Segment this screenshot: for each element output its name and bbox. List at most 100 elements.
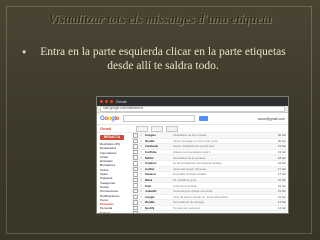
sidebar-label[interactable]: Trabajo <box>100 211 131 213</box>
message-subject: Tu pedido ha sido enviado <box>172 172 207 177</box>
message-subject: Recordatorio de entrega <box>172 200 204 205</box>
star-icon[interactable]: ★ <box>140 144 143 148</box>
checkbox[interactable] <box>133 211 138 213</box>
message-sender: Twitter <box>144 155 154 160</box>
gmail-screenshot: Gmail mail.google.com/mail/#inbox Google… <box>96 96 289 214</box>
message-subject: Tienes notificaciones pendientes <box>172 144 215 149</box>
address-bar: mail.google.com/mail/#inbox <box>97 106 288 113</box>
message-sender: LinkedIn <box>144 189 157 194</box>
message-date: 20 feb <box>277 133 286 138</box>
checkbox[interactable] <box>133 183 138 188</box>
checkbox[interactable] <box>133 188 138 194</box>
star-icon[interactable]: ★ <box>140 200 143 204</box>
message-date: 14 feb <box>277 200 286 205</box>
message-subject: Se ha compartido una carpeta contigo <box>172 161 222 166</box>
star-icon[interactable]: ★ <box>140 206 143 210</box>
checkbox[interactable] <box>133 155 138 160</box>
checkbox[interactable] <box>133 138 138 144</box>
message-subject: Re: treball de grup <box>172 178 197 183</box>
bullet-text: Entra en la parte esquierda clicar en la… <box>40 46 286 72</box>
star-icon[interactable]: ★ <box>140 161 143 165</box>
account-name[interactable]: usuari@gmail.com <box>258 117 285 121</box>
checkbox[interactable] <box>133 161 138 166</box>
message-sender: Moodle <box>144 200 155 205</box>
window-titlebar: Gmail <box>97 97 288 106</box>
message-date: 13 feb <box>277 211 286 214</box>
message-subject: Tu resumen semanal <box>172 206 200 211</box>
message-date: 15 feb <box>277 189 286 194</box>
search-button[interactable] <box>198 116 208 121</box>
message-sender: Google <box>144 194 155 199</box>
message-date: 17 feb <box>277 166 286 171</box>
checkbox[interactable] <box>133 172 138 177</box>
toolbar: Gmail <box>97 125 288 133</box>
message-subject: Horari del proper trimestre <box>172 166 207 171</box>
more-button[interactable] <box>166 125 178 132</box>
search-input[interactable] <box>122 115 195 122</box>
label-sidebar: REDACTA Recibidos (25) Destacados Importan… <box>97 133 131 213</box>
message-subject: Vídeos recomendados para ti <box>172 150 211 155</box>
checkbox[interactable] <box>133 149 138 155</box>
message-subject: Nuevo mensaje en el foro del curso <box>172 138 219 143</box>
message-subject: Novedades de tus círculos <box>172 133 207 138</box>
checkbox[interactable] <box>133 194 138 200</box>
star-icon[interactable]: ★ <box>140 189 143 193</box>
slide-title: Visualitzar tots els missatges d'una eti… <box>48 12 272 26</box>
message-sender: Moodle <box>144 138 155 143</box>
message-subject: Fotos de la sortida <box>172 183 197 188</box>
message-subject: Apunts de la classe <box>172 211 198 214</box>
checkbox[interactable] <box>133 200 138 205</box>
message-date: 19 feb <box>277 144 286 149</box>
star-icon[interactable]: ★ <box>140 150 143 154</box>
star-icon[interactable]: ★ <box>140 156 143 160</box>
gmail-label[interactable]: Gmail <box>100 126 133 131</box>
window-controls <box>100 100 113 103</box>
message-sender: Facebook <box>144 144 159 149</box>
message-list: ★ Google+ Novedades de tus círculos 20 feb ★… <box>131 133 288 214</box>
star-icon[interactable]: ★ <box>140 178 143 182</box>
bullet-item: • Entra en la parte esquierda clicar en … <box>22 45 292 73</box>
star-icon[interactable]: ★ <box>140 195 143 199</box>
url-field[interactable]: mail.google.com/mail/#inbox <box>100 106 285 112</box>
checkbox[interactable] <box>133 166 138 172</box>
message-sender: Spotify <box>144 206 155 211</box>
star-icon[interactable]: ★ <box>140 167 143 171</box>
gmail-header: Google usuari@gmail.com <box>97 113 288 125</box>
star-icon[interactable]: ★ <box>140 184 143 188</box>
select-button[interactable] <box>136 125 148 132</box>
checkbox[interactable] <box>133 205 138 211</box>
message-date: 18 feb <box>277 161 286 166</box>
message-date: 17 feb <box>277 172 286 177</box>
message-subject: Novedades de la semana <box>172 155 206 160</box>
checkbox[interactable] <box>133 133 138 138</box>
message-sender: YouTube <box>144 150 157 155</box>
star-icon[interactable]: ★ <box>140 212 143 213</box>
window-title: Gmail <box>116 99 127 104</box>
star-icon[interactable]: ★ <box>140 172 143 176</box>
message-date: 19 feb <box>277 150 286 155</box>
message-sender: Institut <box>144 166 155 171</box>
message-sender: Joan <box>144 183 152 188</box>
message-date: 16 feb <box>277 183 286 188</box>
message-date: 16 feb <box>277 178 286 183</box>
checkbox[interactable] <box>133 177 138 183</box>
message-date: 18 feb <box>277 155 286 160</box>
gmail-body: REDACTA Recibidos (25) Destacados Importan… <box>97 133 288 214</box>
star-icon[interactable]: ★ <box>140 139 143 143</box>
message-date: 15 feb <box>277 194 286 199</box>
refresh-button[interactable] <box>151 125 163 132</box>
message-date: 20 feb <box>277 138 286 143</box>
star-icon[interactable]: ★ <box>140 133 143 137</box>
message-row[interactable]: ★ Anna Apunts de la classe 13 feb <box>131 211 286 214</box>
message-sender: Amazon <box>144 172 156 177</box>
label-list: Recibidos (25) Destacados Importantes Chats… <box>100 142 131 213</box>
google-logo: Google <box>100 115 119 122</box>
message-sender: Anna <box>144 211 152 214</box>
compose-button[interactable]: REDACTA <box>100 135 124 140</box>
slide: Visualitzar tots els missatges d'una eti… <box>0 0 320 240</box>
bullet-dot-icon: • <box>22 45 27 59</box>
message-sender: Dropbox <box>144 161 157 166</box>
message-sender: Google+ <box>144 133 157 138</box>
checkbox[interactable] <box>133 144 138 149</box>
message-sender: Marta <box>144 178 153 183</box>
